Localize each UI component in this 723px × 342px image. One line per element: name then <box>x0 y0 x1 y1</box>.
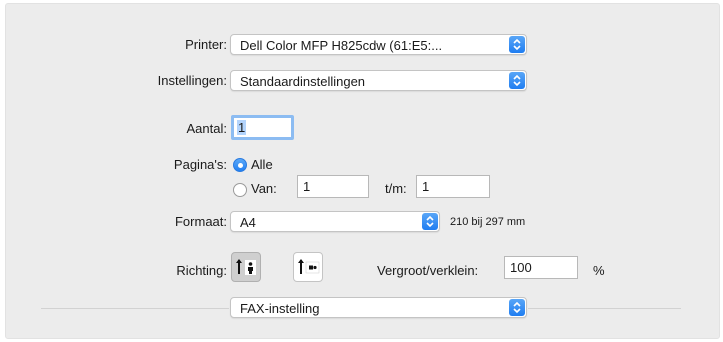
orientation-label: Richting: <box>176 263 227 278</box>
pages-to-input[interactable]: 1 <box>416 175 490 198</box>
pages-from-value: 1 <box>303 179 311 194</box>
pages-from-radio[interactable] <box>233 183 247 197</box>
paper-dimensions: 210 bij 297 mm <box>450 216 526 228</box>
landscape-orientation-button[interactable] <box>293 252 323 282</box>
scale-unit: % <box>593 263 605 278</box>
printer-label: Printer: <box>185 37 227 52</box>
section-select[interactable]: FAX-instelling <box>230 297 527 318</box>
paper-size-select[interactable]: A4 <box>230 211 440 232</box>
copies-input[interactable]: 1 <box>231 115 294 140</box>
scale-input[interactable]: 100 <box>504 256 578 279</box>
printer-select-value: Dell Color MFP H825cdw (61:E5:... <box>240 38 443 53</box>
printer-select[interactable]: Dell Color MFP H825cdw (61:E5:... <box>230 34 527 55</box>
pages-from-label: Van: <box>251 181 277 196</box>
updown-arrows-icon <box>509 72 525 89</box>
section-select-value: FAX-instelling <box>240 301 320 316</box>
presets-select[interactable]: Standaardinstellingen <box>230 70 527 91</box>
presets-label: Instellingen: <box>157 73 227 88</box>
pages-from-input[interactable]: 1 <box>297 175 369 198</box>
updown-arrows-icon <box>422 213 438 230</box>
landscape-icon <box>298 259 320 274</box>
scale-label: Vergroot/verklein: <box>377 263 479 278</box>
copies-label: Aantal: <box>186 121 227 136</box>
section-divider-left <box>41 308 229 309</box>
portrait-icon <box>236 259 256 275</box>
portrait-orientation-button[interactable] <box>231 252 261 282</box>
scale-value: 100 <box>510 260 532 275</box>
pages-label: Pagina's: <box>173 157 227 172</box>
paper-size-label: Formaat: <box>174 214 227 229</box>
updown-arrows-icon <box>509 299 525 316</box>
paper-size-value: A4 <box>240 215 256 230</box>
presets-select-value: Standaardinstellingen <box>240 74 366 89</box>
pages-all-radio[interactable] <box>233 158 247 172</box>
updown-arrows-icon <box>509 36 525 53</box>
pages-all-label: Alle <box>251 157 273 172</box>
pages-to-label: t/m: <box>385 181 407 196</box>
pages-to-value: 1 <box>422 179 430 194</box>
copies-value: 1 <box>237 120 247 135</box>
section-divider-right <box>528 308 681 309</box>
